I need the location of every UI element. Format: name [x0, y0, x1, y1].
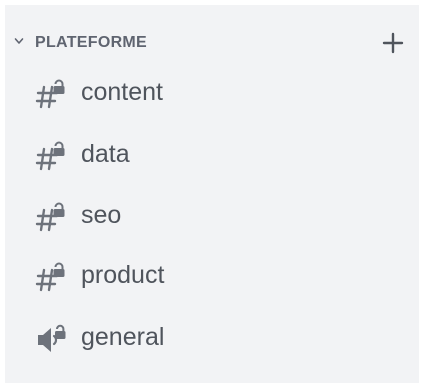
channel-name: seo [81, 201, 122, 229]
channel-name: product [81, 261, 165, 289]
locked-text-channel-icon [35, 79, 65, 109]
category-label: PLATEFORME [35, 34, 148, 51]
channel-sidebar: PLATEFORME content data seo product gene… [5, 5, 419, 383]
category-header[interactable]: PLATEFORME [5, 31, 419, 61]
chevron-down-icon[interactable] [14, 36, 24, 46]
locked-text-channel-icon [35, 141, 65, 171]
channel-item-content[interactable]: content [33, 71, 333, 115]
plus-icon[interactable] [381, 31, 405, 55]
channel-item-product[interactable]: product [33, 254, 333, 298]
channel-item-data[interactable]: data [33, 133, 333, 177]
channel-item-seo[interactable]: seo [33, 194, 333, 238]
channel-name: content [81, 78, 164, 106]
locked-voice-channel-icon [38, 324, 66, 352]
channel-item-general[interactable]: general [33, 316, 333, 360]
channel-name: data [81, 140, 130, 168]
channel-name: general [81, 323, 165, 351]
locked-text-channel-icon [35, 262, 65, 292]
locked-text-channel-icon [35, 202, 65, 232]
